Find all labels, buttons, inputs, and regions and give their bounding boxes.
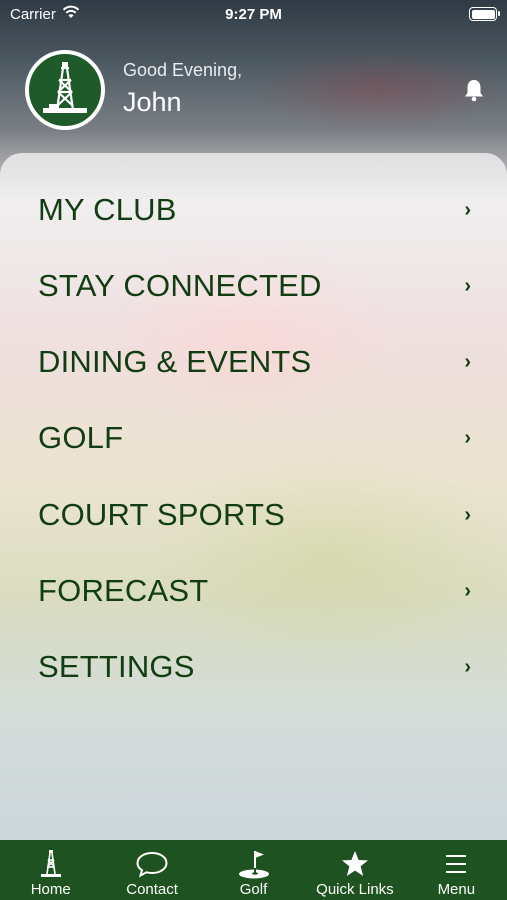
menu-item-label: COURT SPORTS bbox=[38, 497, 286, 532]
chevron-right-icon: › bbox=[464, 579, 471, 602]
bottom-tab-bar: Home Contact Golf Quick Links Menu bbox=[0, 840, 507, 900]
star-icon bbox=[340, 847, 370, 881]
hamburger-icon bbox=[444, 847, 468, 881]
menu-item-dining-events[interactable]: DINING & EVENTS › bbox=[0, 327, 507, 397]
menu-item-settings[interactable]: SETTINGS › bbox=[0, 632, 507, 702]
tab-label: Quick Links bbox=[316, 881, 394, 898]
chevron-right-icon: › bbox=[464, 198, 471, 221]
chevron-right-icon: › bbox=[464, 426, 471, 449]
tab-label: Contact bbox=[126, 881, 178, 898]
chat-bubble-icon bbox=[135, 847, 169, 881]
status-time: 9:27 PM bbox=[225, 5, 282, 23]
menu-item-label: GOLF bbox=[38, 420, 124, 455]
chevron-right-icon: › bbox=[464, 655, 471, 678]
greeting-text: Good Evening, bbox=[123, 60, 243, 80]
chevron-right-icon: › bbox=[464, 274, 471, 297]
golf-flag-icon bbox=[237, 847, 271, 881]
menu-item-label: SETTINGS bbox=[38, 649, 195, 684]
tab-label: Menu bbox=[437, 881, 476, 898]
chevron-right-icon: › bbox=[464, 503, 471, 526]
tab-label: Golf bbox=[239, 881, 268, 898]
club-logo-avatar[interactable] bbox=[25, 50, 105, 130]
chevron-right-icon: › bbox=[464, 350, 471, 373]
tab-menu[interactable]: Menu bbox=[406, 840, 507, 900]
user-name: John bbox=[123, 87, 182, 117]
bell-icon[interactable] bbox=[463, 78, 485, 107]
tab-golf[interactable]: Golf bbox=[203, 840, 304, 900]
battery-icon bbox=[469, 7, 500, 21]
tab-contact[interactable]: Contact bbox=[101, 840, 202, 900]
menu-item-label: MY CLUB bbox=[38, 192, 177, 227]
menu-item-court-sports[interactable]: COURT SPORTS › bbox=[0, 480, 507, 550]
menu-item-forecast[interactable]: FORECAST › bbox=[0, 556, 507, 626]
menu-item-my-club[interactable]: MY CLUB › bbox=[0, 175, 507, 245]
menu-item-stay-connected[interactable]: STAY CONNECTED › bbox=[0, 251, 507, 321]
status-bar: Carrier 9:27 PM bbox=[0, 0, 507, 28]
lighthouse-logo-icon bbox=[43, 62, 87, 113]
tab-home[interactable]: Home bbox=[0, 840, 101, 900]
main-menu-panel: MY CLUB › STAY CONNECTED › DINING & EVEN… bbox=[0, 153, 507, 843]
menu-item-label: STAY CONNECTED bbox=[38, 268, 322, 303]
menu-item-label: DINING & EVENTS bbox=[38, 344, 312, 379]
profile-header: Good Evening, John bbox=[25, 50, 495, 130]
lighthouse-icon bbox=[39, 847, 63, 881]
menu-item-label: FORECAST bbox=[38, 573, 209, 608]
tab-quick-links[interactable]: Quick Links bbox=[304, 840, 405, 900]
tab-label: Home bbox=[30, 881, 71, 898]
menu-item-golf[interactable]: GOLF › bbox=[0, 403, 507, 473]
